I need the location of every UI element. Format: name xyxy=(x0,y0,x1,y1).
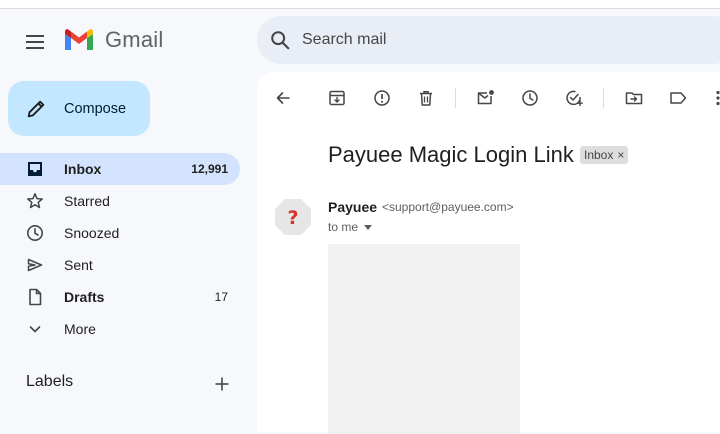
sidebar-item-label: Starred xyxy=(64,193,110,209)
sidebar-item-label: Drafts xyxy=(64,289,105,305)
label-icon[interactable] xyxy=(668,88,688,108)
caret-down-icon xyxy=(364,224,373,230)
trash-icon[interactable] xyxy=(416,88,436,108)
sidebar-item-snoozed[interactable]: Snoozed xyxy=(0,217,240,249)
more-options-icon[interactable] xyxy=(708,88,720,108)
sender-name: Payuee xyxy=(328,199,378,215)
remove-label-button[interactable]: × xyxy=(617,148,624,162)
sidebar-item-sent[interactable]: Sent xyxy=(0,249,240,281)
draft-count: 17 xyxy=(214,290,228,304)
toolbar-divider xyxy=(603,88,604,108)
sidebar-item-starred[interactable]: Starred xyxy=(0,185,240,217)
pencil-icon xyxy=(27,100,45,117)
email-subject: Payuee Magic Login Link xyxy=(328,142,574,167)
unread-count: 12,991 xyxy=(191,162,228,176)
sidebar-item-label: Inbox xyxy=(64,161,102,177)
inbox-icon xyxy=(28,162,42,176)
sidebar-item-inbox[interactable]: Inbox 12,991 xyxy=(0,153,240,185)
sender-avatar: ? xyxy=(275,199,311,235)
recipient-details-toggle[interactable]: to me xyxy=(328,220,373,234)
sidebar-item-label: Snoozed xyxy=(64,225,120,241)
compose-button[interactable]: Compose xyxy=(8,81,150,136)
add-task-icon[interactable] xyxy=(564,88,584,108)
gmail-logo[interactable]: Gmail xyxy=(63,27,163,53)
search-icon[interactable] xyxy=(269,29,291,51)
browser-top-edge xyxy=(0,0,720,9)
label-badge-inbox[interactable]: Inbox × xyxy=(580,146,629,164)
draft-icon xyxy=(29,288,42,306)
move-to-icon[interactable] xyxy=(624,88,644,108)
app-name: Gmail xyxy=(105,27,164,52)
report-spam-icon[interactable] xyxy=(372,88,392,108)
sidebar-item-drafts[interactable]: Drafts 17 xyxy=(0,281,240,313)
labels-heading: Labels xyxy=(26,373,74,390)
sidebar-item-more[interactable]: More xyxy=(0,313,240,345)
label-badge-text: Inbox xyxy=(584,148,614,162)
sidebar-item-label: More xyxy=(64,321,96,337)
main-menu-button[interactable] xyxy=(22,30,50,54)
search-bar[interactable] xyxy=(257,16,720,64)
star-icon xyxy=(27,193,43,209)
toolbar-divider xyxy=(455,88,456,108)
sender-email: <support@payuee.com> xyxy=(382,200,514,214)
hamburger-icon xyxy=(26,35,44,49)
send-icon xyxy=(27,258,43,272)
snooze-icon[interactable] xyxy=(520,88,540,108)
recipient-label: to me xyxy=(328,220,359,234)
clock-icon xyxy=(27,225,43,241)
mark-unread-icon[interactable] xyxy=(476,88,496,108)
plus-icon[interactable] xyxy=(212,374,232,394)
archive-icon[interactable] xyxy=(327,88,347,108)
chevron-down-icon xyxy=(29,326,41,333)
search-input[interactable] xyxy=(300,30,704,50)
question-mark-icon: ? xyxy=(287,207,298,229)
message-view: Payuee Magic Login Link Inbox × ? Payuee… xyxy=(257,72,720,434)
email-body-image-placeholder xyxy=(328,244,520,434)
compose-label: Compose xyxy=(64,100,127,117)
sidebar-item-label: Sent xyxy=(64,257,93,273)
back-arrow-icon[interactable] xyxy=(273,88,293,108)
gmail-m-icon xyxy=(65,29,93,50)
